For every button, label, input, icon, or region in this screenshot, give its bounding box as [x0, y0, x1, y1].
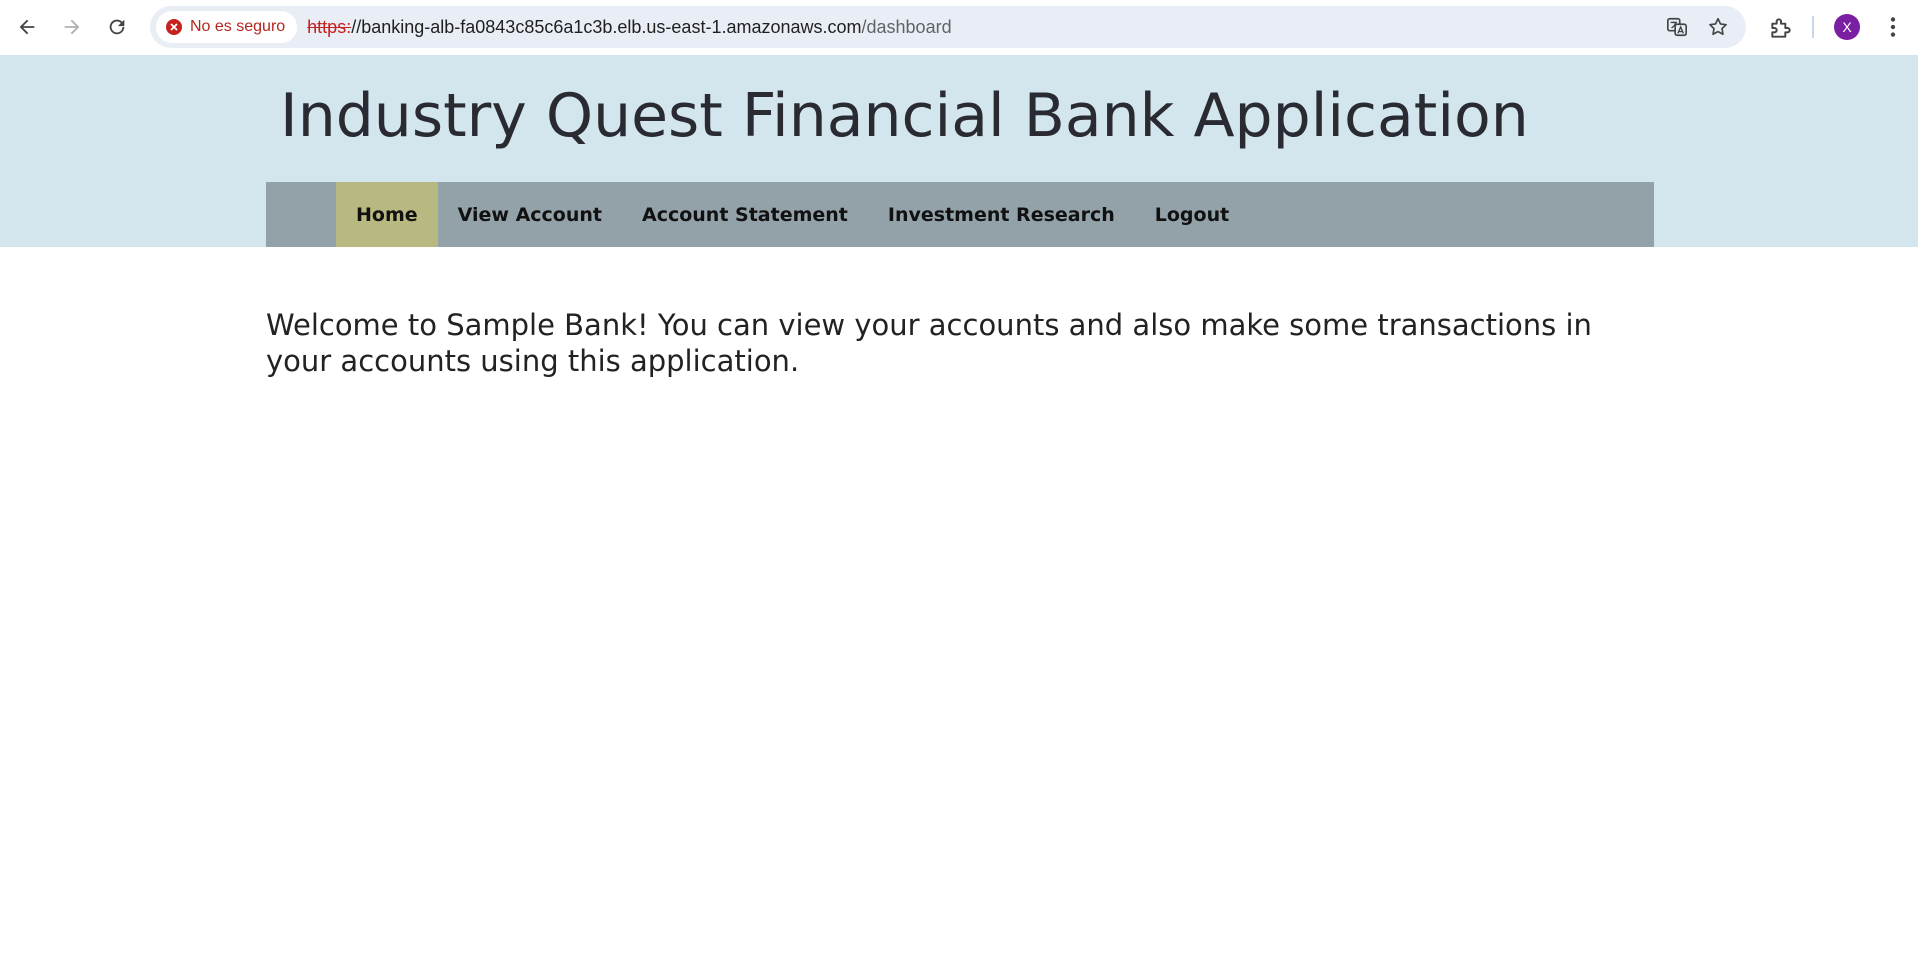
- url-text[interactable]: https://banking-alb-fa0843c85c6a1c3b.elb…: [307, 17, 951, 38]
- nav-view-account[interactable]: View Account: [438, 182, 622, 247]
- page-title: Industry Quest Financial Bank Applicatio…: [280, 81, 1529, 151]
- nav-home[interactable]: Home: [336, 182, 438, 247]
- reload-icon[interactable]: [95, 5, 139, 49]
- translate-icon[interactable]: [1666, 16, 1688, 38]
- main-navbar: Home View Account Account Statement Inve…: [266, 182, 1654, 247]
- url-scheme: https:: [307, 16, 352, 37]
- toolbar-divider: [1812, 16, 1814, 38]
- nav-account-statement[interactable]: Account Statement: [622, 182, 868, 247]
- browser-toolbar: No es seguro https://banking-alb-fa0843c…: [0, 0, 1918, 55]
- back-icon[interactable]: [5, 5, 49, 49]
- security-label: No es seguro: [190, 18, 286, 35]
- forward-icon[interactable]: [50, 5, 94, 49]
- welcome-message: Welcome to Sample Bank! You can view you…: [266, 308, 1592, 378]
- page-header: Industry Quest Financial Bank Applicatio…: [0, 55, 1918, 247]
- bookmark-star-icon[interactable]: [1707, 16, 1729, 38]
- nav-logout[interactable]: Logout: [1135, 182, 1249, 247]
- nav-investment-research[interactable]: Investment Research: [868, 182, 1135, 247]
- not-secure-icon: [166, 19, 182, 35]
- profile-avatar[interactable]: X: [1834, 14, 1860, 40]
- url-host: //banking-alb-fa0843c85c6a1c3b.elb.us-ea…: [351, 16, 862, 37]
- menu-icon[interactable]: [1880, 14, 1906, 40]
- address-bar[interactable]: No es seguro https://banking-alb-fa0843c…: [150, 6, 1746, 48]
- security-indicator[interactable]: No es seguro: [156, 11, 298, 43]
- extensions-icon[interactable]: [1768, 15, 1794, 41]
- url-path: /dashboard: [861, 16, 952, 37]
